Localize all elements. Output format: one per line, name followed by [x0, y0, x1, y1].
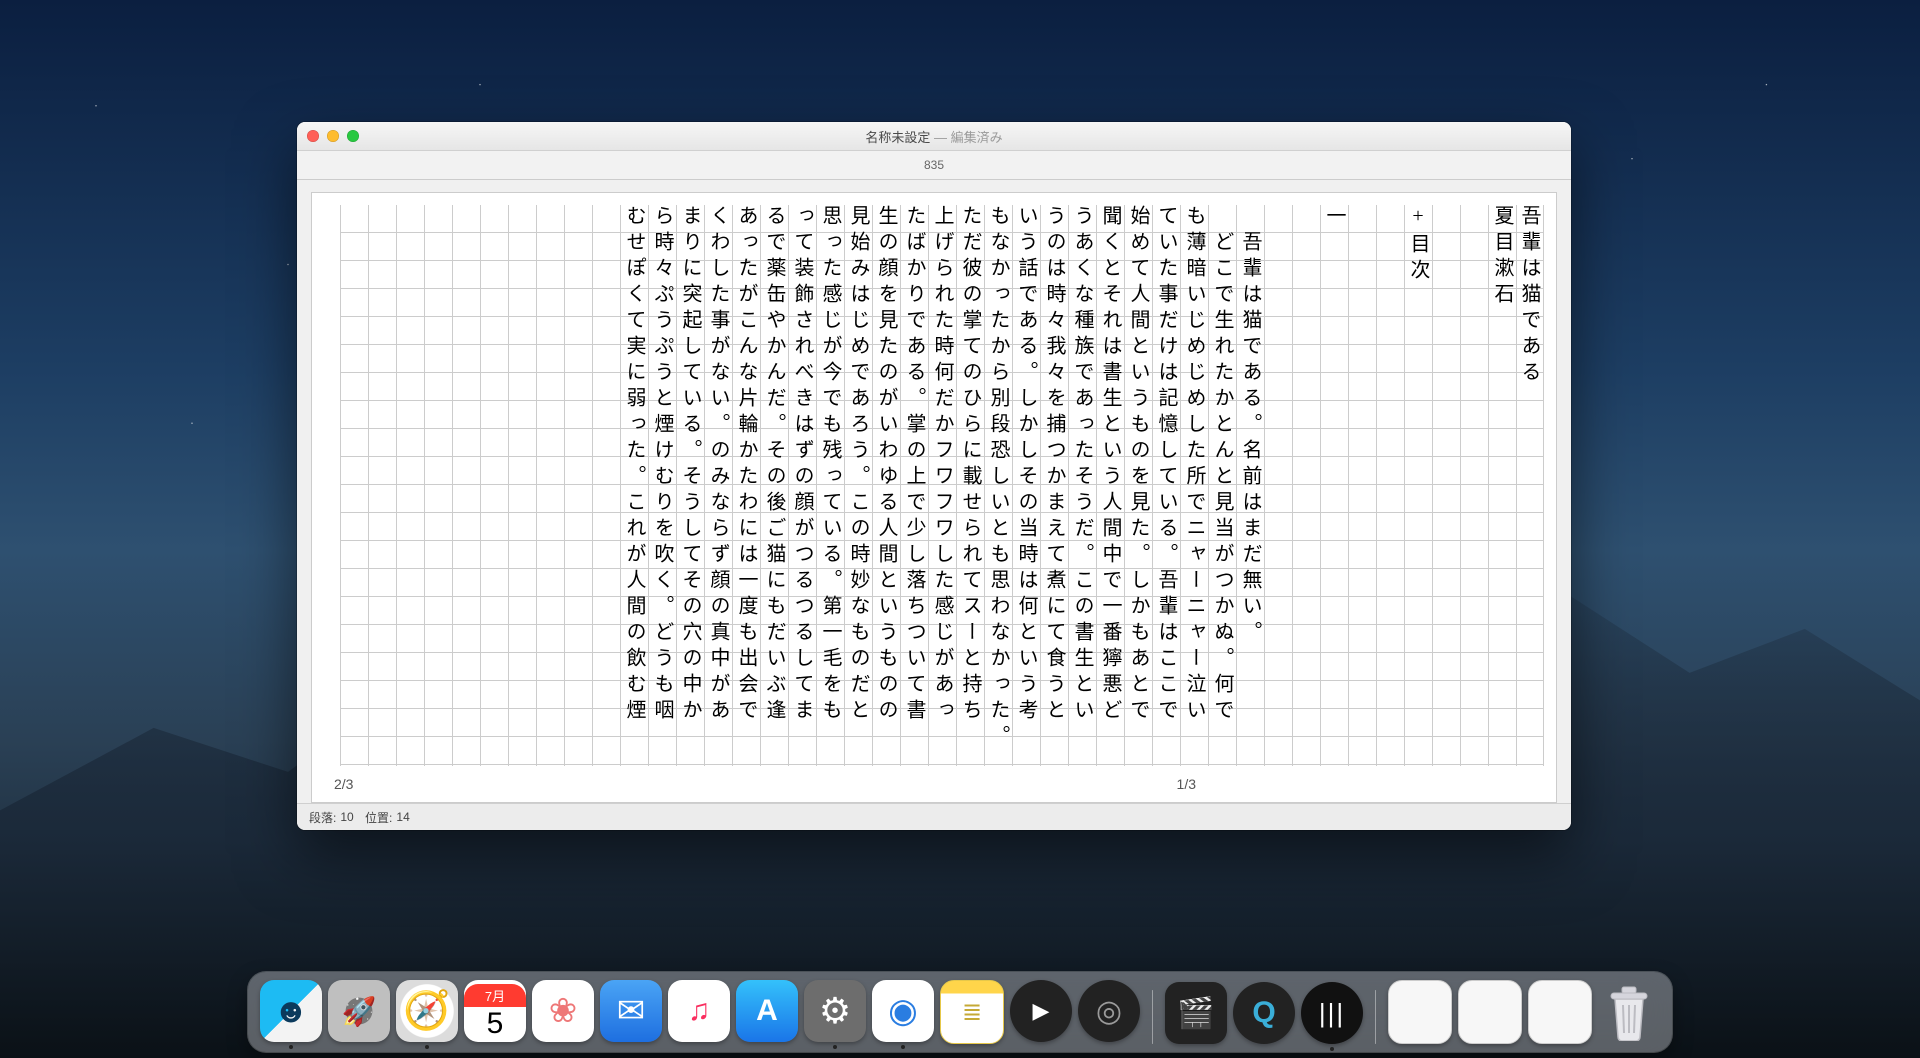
status-position-value: 14 [396, 810, 409, 824]
genkou-column[interactable]: +目次 [1404, 205, 1432, 766]
genkou-column[interactable] [536, 205, 564, 766]
genkou-column[interactable]: 生の顔を見たのがいわゆる人間というものの [872, 205, 900, 766]
dock-prefs[interactable] [804, 980, 866, 1042]
status-bar: 段落: 10 位置: 14 [297, 803, 1571, 830]
dock-min2[interactable] [1458, 980, 1522, 1044]
genkou-column[interactable]: もなかったから別段恐しいとも思わなかった。 [984, 205, 1012, 766]
genkou-column[interactable] [424, 205, 452, 766]
dock-min1[interactable] [1388, 980, 1452, 1044]
dock-separator [1152, 990, 1153, 1044]
genkou-column[interactable] [452, 205, 480, 766]
genkou-column[interactable]: どこで生れたかとんと見当がつかぬ。何で [1208, 205, 1236, 766]
genkou-column[interactable]: くわした事がない。のみならず顔の真中があ [704, 205, 732, 766]
page-indicator-right: 1/3 [1177, 776, 1196, 792]
dock-calendar[interactable]: 7月5 [464, 980, 526, 1042]
dock: 7月5 [248, 972, 1672, 1052]
genkou-column[interactable] [368, 205, 396, 766]
calendar-day: 5 [487, 1007, 504, 1039]
genkou-column[interactable]: うあくな種族であったそうだ。この書生とい [1068, 205, 1096, 766]
window-title: 名称未設定 — 編集済み [297, 127, 1571, 146]
window-titlebar[interactable]: 名称未設定 — 編集済み [297, 122, 1571, 151]
genkou-column[interactable]: って装飾されべきはずの顔がつるつるしてま [788, 205, 816, 766]
genkou-column[interactable]: うのは時々我々を捕つかまえて煮にて食うと [1040, 205, 1068, 766]
dock-appstore[interactable] [736, 980, 798, 1042]
genkou-column[interactable]: たばかりである。掌の上で少し落ちついて書 [900, 205, 928, 766]
dock-safari[interactable] [396, 980, 458, 1042]
genkou-column[interactable] [1376, 205, 1404, 766]
ruler-value: 835 [924, 158, 944, 172]
genkou-column[interactable]: 夏目漱石 [1488, 205, 1516, 766]
dock-chrome[interactable] [872, 980, 934, 1042]
genkou-paper: 吾輩は猫である夏目漱石 +目次 一 吾輩は猫である。名前はまだ無い。 どこで生れたか… [311, 192, 1557, 803]
status-position-label: 位置: [365, 809, 392, 826]
genkou-grid[interactable]: 吾輩は猫である夏目漱石 +目次 一 吾輩は猫である。名前はまだ無い。 どこで生れたか… [324, 205, 1544, 766]
genkou-column[interactable] [1460, 205, 1488, 766]
status-paragraph-label: 段落: [309, 809, 336, 826]
genkou-column[interactable] [1348, 205, 1376, 766]
genkou-column[interactable] [592, 205, 620, 766]
dock-launchpad[interactable] [328, 980, 390, 1042]
genkou-column[interactable]: ていた事だけは記憶している。吾輩はここで [1152, 205, 1180, 766]
genkou-column[interactable]: まりに突起している。そうしてその穴の中か [676, 205, 704, 766]
genkou-column[interactable]: いう話である。しかしその当時は何という考 [1012, 205, 1040, 766]
document-scroll-area[interactable]: 吾輩は猫である夏目漱石 +目次 一 吾輩は猫である。名前はまだ無い。 どこで生れたか… [297, 180, 1571, 803]
genkou-column[interactable] [396, 205, 424, 766]
genkou-column[interactable]: も薄暗いじめじめした所でニャーニャー泣い [1180, 205, 1208, 766]
genkou-column[interactable]: 吾輩は猫である。名前はまだ無い。 [1236, 205, 1264, 766]
dock-media1[interactable] [1010, 980, 1072, 1042]
genkou-column[interactable] [508, 205, 536, 766]
trash-icon [1605, 985, 1653, 1041]
dock-stripes[interactable] [1301, 982, 1363, 1044]
dock-trash[interactable] [1598, 982, 1660, 1044]
editor-window: 名称未設定 — 編集済み 835 吾輩は猫である夏目漱石 +目次 一 吾輩は猫である… [297, 122, 1571, 830]
status-paragraph-value: 10 [340, 810, 353, 824]
dock-tray: 7月5 [248, 972, 1672, 1052]
genkou-column[interactable]: むせぽくて実に弱った。これが人間の飲む煙 [620, 205, 648, 766]
genkou-column[interactable]: ら時々ぷうぷうと煙けむりを吹く。どうも咽 [648, 205, 676, 766]
window-controls [297, 130, 359, 142]
dock-separator [1375, 990, 1376, 1044]
genkou-column[interactable]: ただ彼の掌てのひらに載せられてスーと持ち [956, 205, 984, 766]
dock-min3[interactable] [1528, 980, 1592, 1044]
minimize-button[interactable] [327, 130, 339, 142]
dock-media2[interactable] [1078, 980, 1140, 1042]
dock-qt[interactable] [1233, 982, 1295, 1044]
genkou-column[interactable]: 上げられた時何だかフワフワした感じがあっ [928, 205, 956, 766]
dock-fcp[interactable] [1165, 982, 1227, 1044]
dock-music[interactable] [668, 980, 730, 1042]
genkou-column[interactable]: 一 [1320, 205, 1348, 766]
close-button[interactable] [307, 130, 319, 142]
genkou-column[interactable] [480, 205, 508, 766]
genkou-column[interactable]: 聞くとそれは書生という人間中で一番獰悪ど [1096, 205, 1124, 766]
genkou-column[interactable]: 見始みはじめであろう。この時妙なものだと [844, 205, 872, 766]
document-edited-suffix: — 編集済み [934, 130, 1003, 145]
page-indicator-left: 2/3 [334, 776, 353, 792]
calendar-month: 7月 [464, 984, 526, 1007]
dock-finder[interactable] [260, 980, 322, 1042]
dock-notes[interactable] [940, 980, 1004, 1044]
document-title: 名称未設定 [865, 130, 930, 145]
genkou-column[interactable] [1264, 205, 1292, 766]
genkou-column[interactable] [1292, 205, 1320, 766]
zoom-button[interactable] [347, 130, 359, 142]
genkou-column[interactable] [564, 205, 592, 766]
genkou-column[interactable]: るで薬缶やかんだ。その後ご猫にもだいぶ逢 [760, 205, 788, 766]
genkou-column[interactable]: あったがこんな片輪かたわには一度も出会で [732, 205, 760, 766]
genkou-column[interactable] [1432, 205, 1460, 766]
genkou-column[interactable]: 始めて人間というものを見た。しかもあとで [1124, 205, 1152, 766]
ruler-bar[interactable]: 835 [297, 151, 1571, 180]
genkou-column[interactable]: 吾輩は猫である [1516, 205, 1544, 766]
genkou-column[interactable] [340, 205, 368, 766]
dock-photos[interactable] [532, 980, 594, 1042]
dock-mail[interactable] [600, 980, 662, 1042]
genkou-column[interactable]: 思った感じが今でも残っている。第一毛をも [816, 205, 844, 766]
